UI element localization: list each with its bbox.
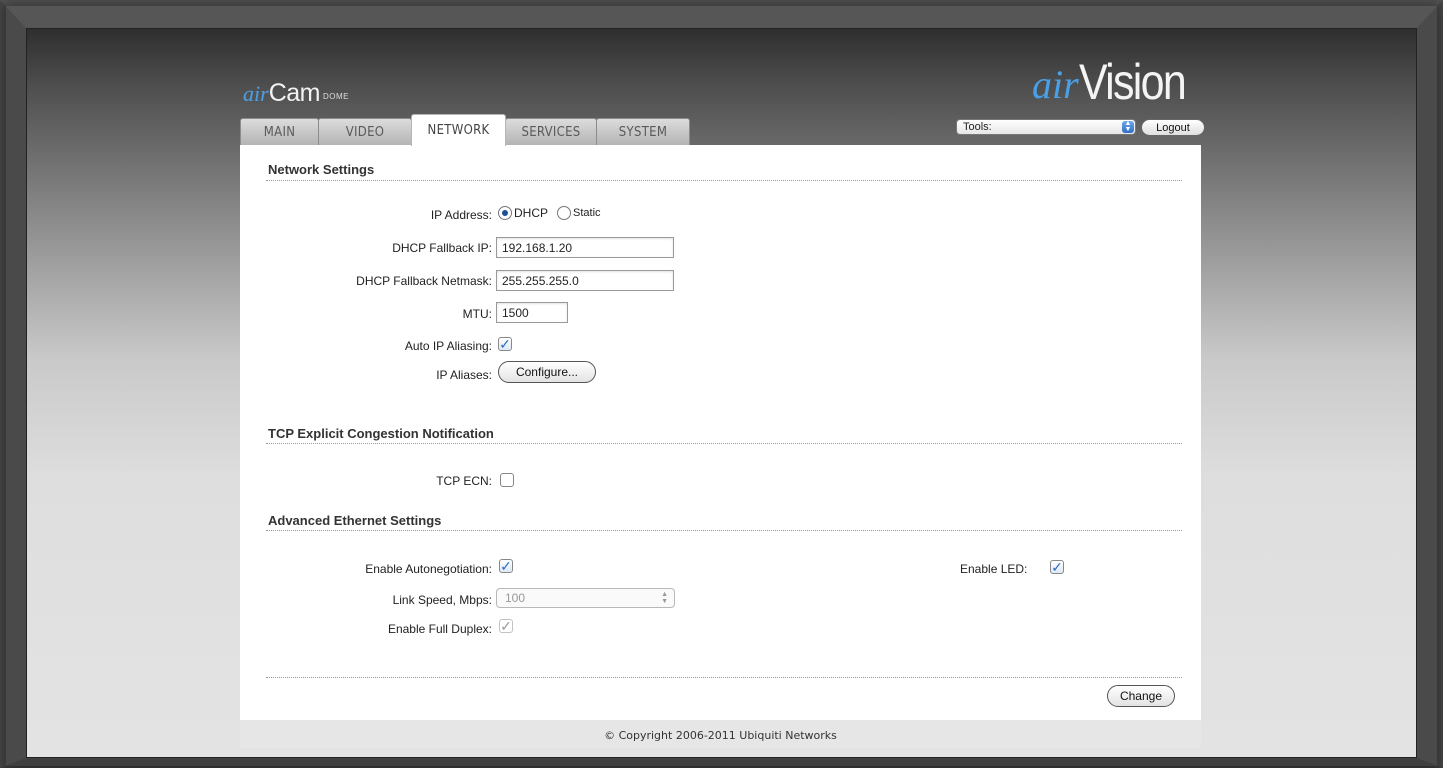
- enable-led-label: Enable LED:: [960, 562, 1028, 576]
- autonegotiation-checkbox[interactable]: ✓: [499, 559, 513, 573]
- static-radio-label: Static: [573, 207, 601, 219]
- aircam-logo-dome: DOME: [322, 92, 349, 101]
- mtu-label: MTU:: [462, 307, 492, 321]
- ip-mode-radio-group: DHCP Static: [498, 206, 601, 220]
- tcp-ecn-checkbox[interactable]: [500, 473, 514, 487]
- section-divider: [266, 180, 1182, 181]
- static-radio[interactable]: [557, 206, 572, 220]
- airvision-logo-vision: Vision: [1078, 54, 1187, 110]
- airvision-logo: air Vision: [1032, 54, 1202, 110]
- mtu-input[interactable]: 1500: [496, 302, 568, 323]
- configure-button[interactable]: Configure...: [498, 361, 596, 383]
- tab-main[interactable]: MAIN: [240, 118, 319, 146]
- tab-bar: MAIN VIDEO NETWORK SERVICES SYSTEM: [240, 114, 690, 146]
- ip-address-label: IP Address:: [430, 208, 492, 222]
- checkmark-icon: ✓: [500, 618, 512, 634]
- change-button[interactable]: Change: [1107, 685, 1175, 707]
- section-title-network-settings: Network Settings: [268, 162, 375, 177]
- section-title-tcp-ecn: TCP Explicit Congestion Notification: [268, 426, 494, 441]
- section-divider: [266, 530, 1182, 531]
- link-speed-select[interactable]: 100 ▲ ▼: [496, 588, 675, 608]
- tab-video[interactable]: VIDEO: [318, 118, 412, 146]
- auto-ip-aliasing-checkbox[interactable]: ✓: [498, 337, 512, 351]
- section-title-advanced-ethernet: Advanced Ethernet Settings: [268, 513, 442, 528]
- airvision-logo-air: air: [1032, 62, 1079, 107]
- section-divider: [266, 677, 1182, 678]
- dhcp-radio[interactable]: [498, 206, 512, 220]
- section-divider: [266, 443, 1182, 444]
- link-speed-label: Link Speed, Mbps:: [392, 593, 492, 607]
- enable-led-checkbox[interactable]: ✓: [1050, 560, 1064, 574]
- fallback-netmask-label: DHCP Fallback Netmask:: [356, 274, 492, 288]
- checkmark-icon: ✓: [500, 558, 512, 574]
- logout-button[interactable]: Logout: [1141, 119, 1205, 136]
- checkmark-icon: ✓: [499, 336, 511, 352]
- fallback-netmask-input[interactable]: 255.255.255.0: [496, 270, 674, 291]
- tab-services[interactable]: SERVICES: [505, 118, 597, 146]
- ip-aliases-label: IP Aliases:: [436, 368, 492, 382]
- tab-system[interactable]: SYSTEM: [596, 118, 690, 146]
- tools-dropdown-value: Tools:: [963, 121, 992, 133]
- aircam-logo-air: air: [243, 81, 269, 106]
- full-duplex-label: Enable Full Duplex:: [387, 622, 492, 636]
- aircam-logo-cam: Cam: [268, 79, 321, 107]
- aircam-logo: air Cam DOME: [243, 79, 349, 107]
- auto-ip-aliasing-label: Auto IP Aliasing:: [404, 339, 492, 353]
- dhcp-radio-label: DHCP: [514, 206, 549, 220]
- updown-arrow-icon: ▲ ▼: [1122, 120, 1134, 133]
- updown-arrow-icon: ▲ ▼: [661, 591, 668, 605]
- fallback-ip-label: DHCP Fallback IP:: [392, 241, 492, 255]
- copyright-text: © Copyright 2006-2011 Ubiquiti Networks: [604, 729, 837, 742]
- autonegotiation-label: Enable Autonegotiation:: [365, 562, 492, 576]
- full-duplex-checkbox[interactable]: ✓: [499, 619, 513, 633]
- tcp-ecn-label: TCP ECN:: [436, 474, 492, 488]
- link-speed-value: 100: [505, 591, 526, 605]
- fallback-ip-input[interactable]: 192.168.1.20: [496, 237, 674, 258]
- radio-dot-icon: [502, 210, 508, 216]
- tools-dropdown[interactable]: Tools: ▲ ▼: [956, 119, 1136, 135]
- checkmark-icon: ✓: [1051, 559, 1063, 575]
- tab-network[interactable]: NETWORK: [411, 114, 506, 146]
